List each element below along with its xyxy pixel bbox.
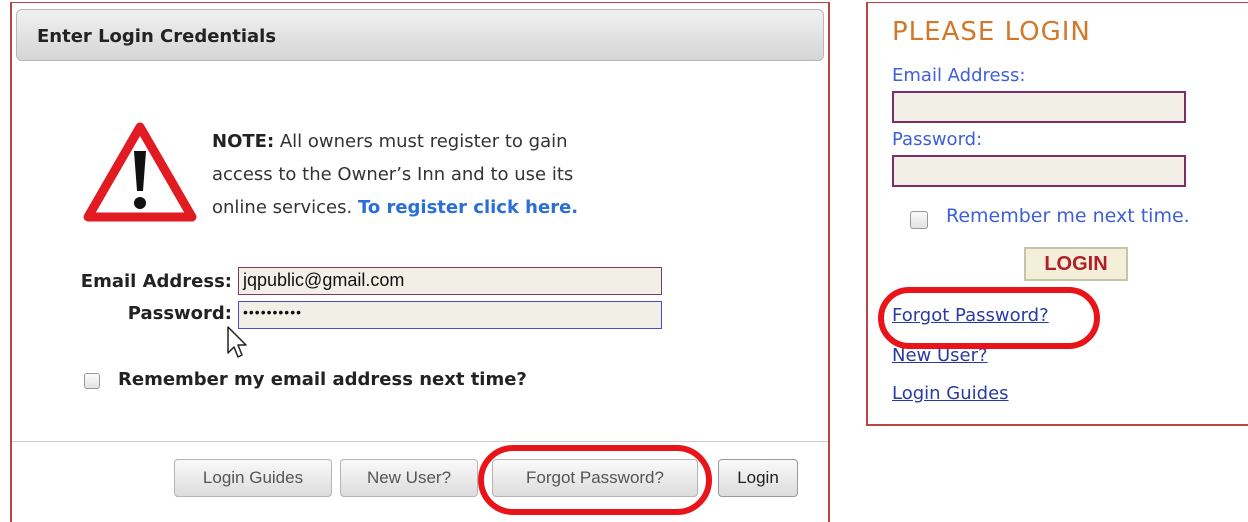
note-label: NOTE:	[212, 131, 275, 152]
registration-note: NOTE: All owners must register to gain a…	[212, 125, 632, 224]
email-input[interactable]: jqpublic@gmail.com	[238, 267, 662, 295]
password-label: Password:	[127, 303, 232, 324]
email-label: Email Address:	[892, 65, 1026, 86]
remember-email-checkbox[interactable]	[84, 373, 100, 389]
remember-me-label: Remember me next time.	[946, 205, 1190, 227]
mouse-cursor-icon	[227, 326, 247, 358]
login-credentials-panel: Enter Login Credentials NOTE: All owners…	[10, 2, 830, 522]
email-input[interactable]	[892, 91, 1186, 123]
warning-triangle-icon	[83, 122, 197, 222]
email-label: Email Address:	[80, 271, 232, 292]
remember-email-label: Remember my email address next time?	[118, 369, 527, 390]
password-input[interactable]: ••••••••••	[238, 301, 662, 329]
please-login-title: PLEASE LOGIN	[892, 17, 1091, 47]
please-login-panel: PLEASE LOGIN Email Address: Password: Re…	[866, 2, 1248, 426]
login-guides-link[interactable]: Login Guides	[892, 383, 1009, 404]
login-button[interactable]: Login	[718, 459, 798, 497]
login-guides-button[interactable]: Login Guides	[174, 459, 332, 497]
panel-header: Enter Login Credentials	[16, 9, 824, 61]
login-button[interactable]: LOGIN	[1024, 247, 1128, 281]
remember-me-checkbox[interactable]	[910, 211, 928, 229]
highlight-oval	[478, 445, 712, 515]
new-user-button[interactable]: New User?	[340, 459, 478, 497]
password-label: Password:	[892, 129, 983, 150]
register-link[interactable]: To register click here.	[358, 197, 578, 218]
highlight-oval	[878, 287, 1100, 349]
password-input[interactable]	[892, 155, 1186, 187]
divider	[12, 441, 828, 442]
panel-title: Enter Login Credentials	[37, 26, 277, 47]
